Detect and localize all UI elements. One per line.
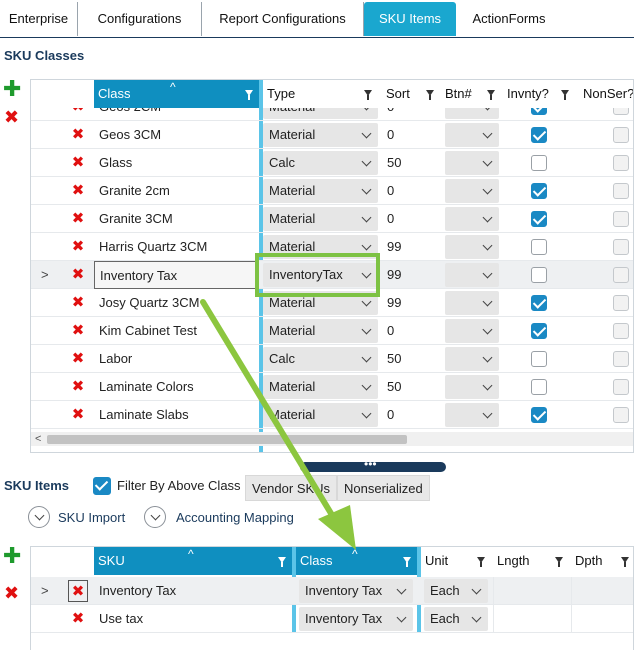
annotation-arrow: [200, 299, 356, 550]
